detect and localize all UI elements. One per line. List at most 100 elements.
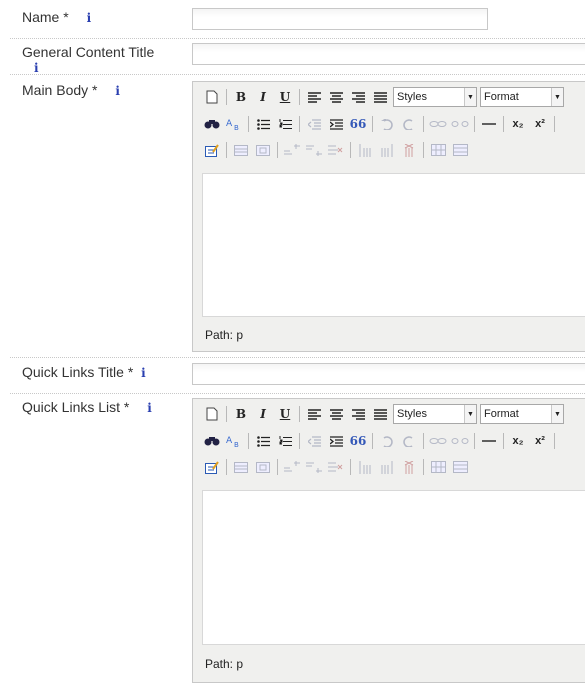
delete-row-icon[interactable] bbox=[325, 457, 347, 477]
find-icon[interactable] bbox=[201, 114, 223, 134]
format-select[interactable]: Format ▼ bbox=[480, 404, 564, 424]
link-icon[interactable] bbox=[427, 431, 449, 451]
quick-links-list-label-text: Quick Links List * bbox=[22, 399, 130, 415]
bold-button[interactable]: B bbox=[230, 87, 252, 107]
quick-links-list-path: Path: p bbox=[205, 657, 244, 671]
table-row-icon[interactable] bbox=[230, 457, 252, 477]
blockquote-icon[interactable]: 66 bbox=[347, 431, 369, 451]
delete-row-icon[interactable] bbox=[325, 140, 347, 160]
unlink-icon[interactable] bbox=[449, 431, 471, 451]
insert-col-before-icon[interactable] bbox=[354, 140, 376, 160]
editor-toolbar-row-2: AB 66 x₂ x² bbox=[201, 430, 558, 452]
table-row-icon[interactable] bbox=[230, 140, 252, 160]
quick-links-list-info-icon[interactable]: i bbox=[147, 401, 152, 415]
redo-icon[interactable] bbox=[398, 431, 420, 451]
unlink-icon[interactable] bbox=[449, 114, 471, 134]
format-select-value: Format bbox=[484, 408, 519, 420]
quick-links-list-content-area[interactable] bbox=[202, 490, 585, 645]
general-content-title-info-icon[interactable]: i bbox=[34, 61, 154, 75]
align-justify-icon[interactable] bbox=[369, 87, 391, 107]
toolbar-separator bbox=[248, 116, 249, 132]
quick-links-title-label-text: Quick Links Title * bbox=[22, 364, 134, 380]
italic-button[interactable]: I bbox=[252, 87, 274, 107]
insert-row-before-icon[interactable] bbox=[281, 140, 303, 160]
insert-row-before-icon[interactable] bbox=[281, 457, 303, 477]
italic-button[interactable]: I bbox=[252, 404, 274, 424]
numbered-list-icon[interactable] bbox=[274, 431, 296, 451]
align-right-icon[interactable] bbox=[347, 404, 369, 424]
undo-icon[interactable] bbox=[376, 114, 398, 134]
find-icon[interactable] bbox=[201, 431, 223, 451]
toolbar-separator bbox=[226, 406, 227, 422]
name-input[interactable] bbox=[192, 8, 488, 30]
new-document-icon[interactable] bbox=[201, 87, 223, 107]
editor-toolbar-row-3 bbox=[201, 139, 471, 161]
toolbar-separator bbox=[299, 116, 300, 132]
chevron-down-icon: ▼ bbox=[551, 88, 563, 106]
superscript-button[interactable]: x² bbox=[529, 114, 551, 134]
split-cells-icon[interactable] bbox=[427, 457, 449, 477]
insert-col-after-icon[interactable] bbox=[376, 457, 398, 477]
link-icon[interactable] bbox=[427, 114, 449, 134]
new-document-icon[interactable] bbox=[201, 404, 223, 424]
delete-col-icon[interactable] bbox=[398, 140, 420, 160]
insert-col-before-icon[interactable] bbox=[354, 457, 376, 477]
main-body-label: Main Body * i bbox=[22, 82, 120, 100]
undo-icon[interactable] bbox=[376, 431, 398, 451]
merge-cells-icon[interactable] bbox=[449, 457, 471, 477]
outdent-icon[interactable] bbox=[303, 431, 325, 451]
subscript-button[interactable]: x₂ bbox=[507, 114, 529, 134]
underline-button[interactable]: U bbox=[274, 87, 296, 107]
main-body-info-icon[interactable]: i bbox=[115, 84, 120, 98]
outdent-icon[interactable] bbox=[303, 114, 325, 134]
numbered-list-icon[interactable] bbox=[274, 114, 296, 134]
replace-icon[interactable]: AB bbox=[223, 114, 245, 134]
cleanup-code-icon[interactable] bbox=[201, 140, 223, 160]
indent-icon[interactable] bbox=[325, 431, 347, 451]
align-left-icon[interactable] bbox=[303, 404, 325, 424]
divider bbox=[10, 357, 585, 358]
toolbar-separator bbox=[299, 89, 300, 105]
insert-row-after-icon[interactable] bbox=[303, 140, 325, 160]
horizontal-rule-icon[interactable] bbox=[478, 114, 500, 134]
styles-select[interactable]: Styles ▼ bbox=[393, 87, 477, 107]
toolbar-separator bbox=[474, 116, 475, 132]
redo-icon[interactable] bbox=[398, 114, 420, 134]
merge-cells-icon[interactable] bbox=[449, 140, 471, 160]
table-icon[interactable] bbox=[252, 140, 274, 160]
align-center-icon[interactable] bbox=[325, 87, 347, 107]
quick-links-title-input[interactable] bbox=[192, 363, 585, 385]
styles-select[interactable]: Styles ▼ bbox=[393, 404, 477, 424]
insert-col-after-icon[interactable] bbox=[376, 140, 398, 160]
format-select[interactable]: Format ▼ bbox=[480, 87, 564, 107]
divider bbox=[10, 393, 585, 394]
name-info-icon[interactable]: i bbox=[87, 11, 92, 25]
delete-col-icon[interactable] bbox=[398, 457, 420, 477]
format-select-value: Format bbox=[484, 91, 519, 103]
blockquote-icon[interactable]: 66 bbox=[347, 114, 369, 134]
align-right-icon[interactable] bbox=[347, 87, 369, 107]
chevron-down-icon: ▼ bbox=[551, 405, 563, 423]
cleanup-code-icon[interactable] bbox=[201, 457, 223, 477]
align-left-icon[interactable] bbox=[303, 87, 325, 107]
replace-icon[interactable]: AB bbox=[223, 431, 245, 451]
bullet-list-icon[interactable] bbox=[252, 114, 274, 134]
svg-text:A: A bbox=[226, 119, 233, 129]
horizontal-rule-icon[interactable] bbox=[478, 431, 500, 451]
indent-icon[interactable] bbox=[325, 114, 347, 134]
general-content-title-input[interactable] bbox=[192, 43, 585, 65]
align-justify-icon[interactable] bbox=[369, 404, 391, 424]
table-icon[interactable] bbox=[252, 457, 274, 477]
main-body-content-area[interactable] bbox=[202, 173, 585, 317]
insert-row-after-icon[interactable] bbox=[303, 457, 325, 477]
align-center-icon[interactable] bbox=[325, 404, 347, 424]
quick-links-title-info-icon[interactable]: i bbox=[141, 366, 146, 380]
bold-button[interactable]: B bbox=[230, 404, 252, 424]
toolbar-separator bbox=[226, 142, 227, 158]
bullet-list-icon[interactable] bbox=[252, 431, 274, 451]
underline-button[interactable]: U bbox=[274, 404, 296, 424]
superscript-button[interactable]: x² bbox=[529, 431, 551, 451]
subscript-button[interactable]: x₂ bbox=[507, 431, 529, 451]
toolbar-separator bbox=[423, 116, 424, 132]
split-cells-icon[interactable] bbox=[427, 140, 449, 160]
